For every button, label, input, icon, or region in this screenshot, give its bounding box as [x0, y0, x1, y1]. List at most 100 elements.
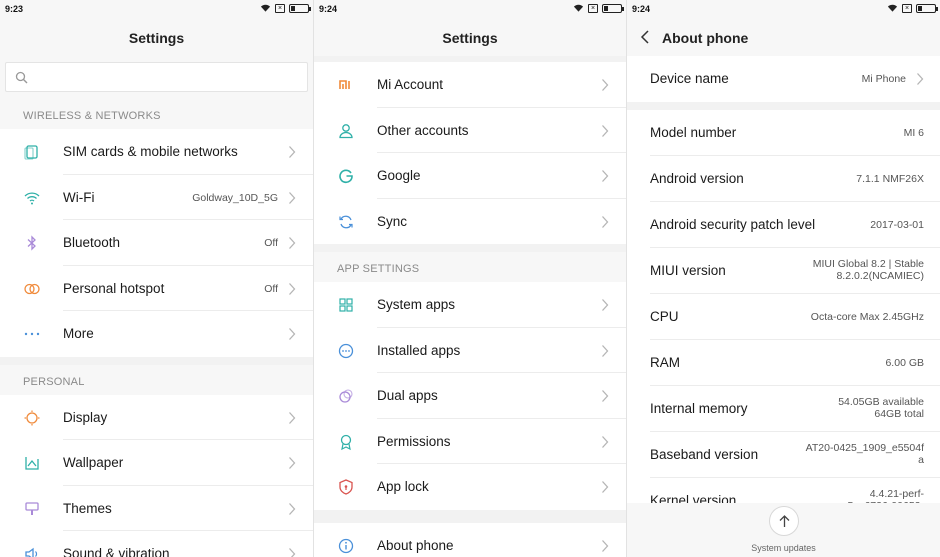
themes-icon	[25, 501, 39, 515]
no-sim-icon: ×	[588, 3, 598, 13]
back-arrow-icon[interactable]	[639, 29, 653, 45]
wifi-icon	[24, 191, 40, 204]
sidebar-item-hotspot[interactable]: Personal hotspot Off	[0, 265, 313, 311]
chevron-right-icon	[602, 124, 609, 137]
wireless-group: SIM cards & mobile networks Wi-Fi Goldwa…	[0, 129, 313, 357]
status-icons: ×	[887, 3, 938, 13]
info-row-ram: RAM 6.00 GB	[627, 340, 940, 386]
item-mi-account[interactable]: Mi Account	[314, 62, 626, 108]
info-label: CPU	[650, 309, 679, 324]
item-label: Sync	[377, 213, 408, 229]
item-app-lock[interactable]: App lock	[314, 464, 626, 510]
info-value: MIUI Global 8.2 | Stable 8.2.0.2(NCAMIEC)	[812, 258, 924, 282]
info-label: RAM	[650, 355, 680, 370]
info-value: MI 6	[903, 127, 924, 139]
sidebar-item-bluetooth[interactable]: Bluetooth Off	[0, 220, 313, 266]
sidebar-item-sound[interactable]: Sound & vibration	[0, 531, 313, 557]
info-value: 54.05GB available 64GB total	[838, 396, 924, 420]
status-icons: ×	[260, 3, 311, 13]
item-sync[interactable]: Sync	[314, 198, 626, 244]
item-label: About phone	[377, 537, 454, 553]
item-label: Bluetooth	[63, 235, 121, 250]
info-value: 2017-03-01	[870, 219, 924, 231]
chevron-right-icon	[602, 481, 609, 493]
wallpaper-icon	[25, 457, 39, 470]
chevron-right-icon	[289, 548, 296, 557]
page-title: About phone	[662, 30, 749, 46]
info-value: Octa-core Max 2.45GHz	[810, 311, 924, 323]
chevron-right-icon	[289, 502, 296, 515]
item-dual-apps[interactable]: Dual apps	[314, 373, 626, 419]
item-value: Goldway_10D_5G	[192, 191, 278, 204]
app-lock-icon	[339, 479, 353, 495]
item-about-phone[interactable]: About phone	[314, 522, 626, 557]
sidebar-item-wallpaper[interactable]: Wallpaper	[0, 440, 313, 486]
device-name-row[interactable]: Device name Mi Phone	[627, 56, 940, 102]
info-row-model: Model number MI 6	[627, 110, 940, 156]
more-dots-icon	[24, 332, 40, 336]
item-permissions[interactable]: Permissions	[314, 418, 626, 464]
battery-icon	[916, 3, 938, 13]
system-updates-bar: System updates	[627, 503, 940, 557]
info-label: Baseband version	[650, 447, 759, 462]
chevron-right-icon	[602, 435, 609, 448]
info-value: AT20-0425_1909_e5504f a	[805, 442, 924, 466]
sidebar-item-sim-cards[interactable]: SIM cards & mobile networks	[0, 129, 313, 175]
chevron-right-icon	[602, 79, 609, 91]
info-row-miui-version[interactable]: MIUI version MIUI Global 8.2 | Stable 8.2…	[627, 248, 940, 294]
chevron-right-icon	[289, 191, 296, 204]
item-value: Off	[264, 282, 278, 295]
info-value: 7.1.1 NMF26X	[856, 173, 924, 185]
chevron-right-icon	[602, 215, 609, 228]
sidebar-item-more[interactable]: More	[0, 311, 313, 357]
sidebar-item-display[interactable]: Display	[0, 394, 313, 440]
info-row-baseband: Baseband version AT20-0425_1909_e5504f a	[627, 432, 940, 478]
sidebar-item-themes[interactable]: Themes	[0, 485, 313, 531]
system-updates-button[interactable]	[769, 506, 799, 536]
accounts-group: Mi Account Other accounts Google Sync	[314, 62, 626, 244]
section-label-personal: PERSONAL	[0, 364, 313, 395]
section-label-app-settings: APP SETTINGS	[314, 252, 626, 282]
info-row-cpu: CPU Octa-core Max 2.45GHz	[627, 294, 940, 340]
info-value: 6.00 GB	[885, 357, 924, 369]
chevron-right-icon	[602, 299, 609, 311]
chevron-right-icon	[917, 73, 924, 85]
item-other-accounts[interactable]: Other accounts	[314, 107, 626, 153]
item-label: Installed apps	[377, 342, 461, 358]
item-google[interactable]: Google	[314, 153, 626, 199]
item-system-apps[interactable]: System apps	[314, 282, 626, 328]
no-sim-icon: ×	[275, 3, 285, 13]
chevron-right-icon	[602, 170, 609, 182]
info-row-android-version[interactable]: Android version 7.1.1 NMF26X	[627, 156, 940, 202]
info-label: Android security patch level	[650, 217, 816, 232]
chevron-right-icon	[289, 282, 296, 295]
info-label: Internal memory	[650, 401, 748, 416]
grid-apps-icon	[339, 298, 353, 312]
search-input[interactable]	[5, 62, 308, 92]
sidebar-item-wifi[interactable]: Wi-Fi Goldway_10D_5G	[0, 174, 313, 220]
app-header: Settings	[0, 18, 313, 56]
info-row-security-patch: Android security patch level 2017-03-01	[627, 202, 940, 248]
wifi-status-icon	[573, 4, 584, 12]
item-label: Google	[377, 168, 421, 183]
item-label: SIM cards & mobile networks	[63, 144, 238, 159]
sync-icon	[339, 215, 353, 228]
info-label: Model number	[650, 125, 737, 140]
person-icon	[339, 123, 353, 138]
item-installed-apps[interactable]: Installed apps	[314, 327, 626, 373]
status-time: 9:24	[319, 4, 338, 14]
chevron-right-icon	[602, 539, 609, 552]
sim-card-icon	[24, 145, 38, 160]
battery-icon	[602, 3, 624, 13]
personal-group: Display Wallpaper Themes Sound & vibrati…	[0, 394, 313, 557]
battery-icon	[289, 3, 311, 13]
chevron-right-icon	[289, 237, 296, 249]
item-label: Permissions	[377, 433, 451, 449]
info-label: MIUI version	[650, 263, 726, 278]
chevron-right-icon	[602, 390, 609, 402]
status-icons: ×	[573, 3, 624, 13]
status-bar: 9:24 ×	[314, 0, 626, 18]
item-label: Wallpaper	[63, 455, 124, 470]
status-time: 9:24	[632, 4, 651, 14]
installed-apps-icon	[338, 343, 354, 358]
